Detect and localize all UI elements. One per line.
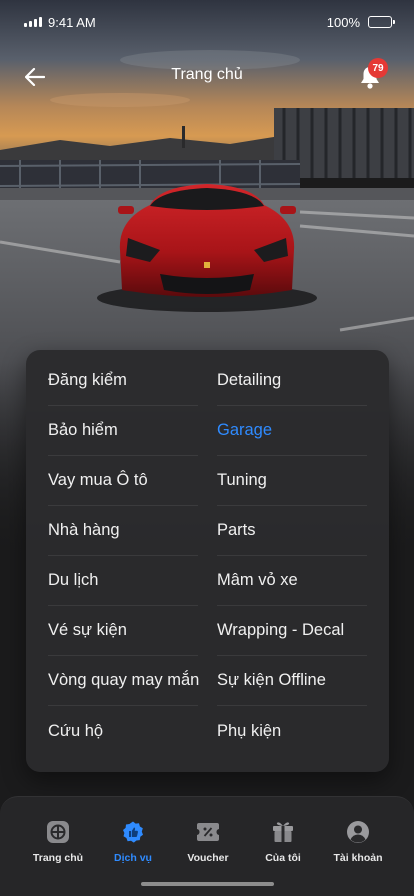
menu-item-parts[interactable]: Parts	[217, 506, 367, 556]
menu-item-wrapping-decal[interactable]: Wrapping - Decal	[217, 606, 367, 656]
nav-item-tai-khoan[interactable]: Tài khoản	[328, 819, 388, 864]
menu-item-nha-hang[interactable]: Nhà hàng	[48, 506, 198, 556]
status-time: 9:41 AM	[48, 14, 96, 30]
menu-item-cuu-ho[interactable]: Cứu hộ	[48, 706, 198, 756]
menu-item-garage[interactable]: Garage	[217, 406, 367, 456]
nav-label-tai-khoan: Tài khoản	[333, 852, 383, 864]
nav-label-cua-toi: Của tôi	[265, 852, 301, 864]
menu-item-dang-kiem[interactable]: Đăng kiểm	[48, 356, 198, 406]
cellular-signal-icon	[24, 17, 42, 27]
user-icon	[345, 819, 371, 845]
status-bar: 9:41 AM 100%	[0, 0, 414, 44]
nav-label-voucher: Voucher	[187, 852, 229, 864]
notification-badge: 79	[368, 58, 388, 78]
battery-icon	[368, 16, 395, 28]
voucher-icon	[195, 819, 221, 845]
status-left: 9:41 AM	[24, 15, 96, 30]
nav-item-trang-chu[interactable]: Trang chủ	[28, 819, 88, 864]
home-indicator	[141, 882, 274, 886]
bottom-nav-items: Trang chủ Dịch vụ Voucher Của tôi Tài kh…	[0, 797, 414, 864]
app-header: Trang chủ 79	[0, 52, 414, 100]
menu-item-mam-vo-xe[interactable]: Mâm vỏ xe	[217, 556, 367, 606]
home-grid-icon	[45, 819, 71, 845]
nav-item-cua-toi[interactable]: Của tôi	[253, 819, 313, 864]
menu-item-bao-hiem[interactable]: Bảo hiểm	[48, 406, 198, 456]
nav-label-trang-chu: Trang chủ	[32, 852, 84, 864]
gift-icon	[270, 819, 296, 845]
services-menu-card: Đăng kiểm Detailing Bảo hiểm Garage Vay …	[26, 350, 389, 772]
services-menu-grid: Đăng kiểm Detailing Bảo hiểm Garage Vay …	[26, 356, 389, 756]
thumbs-up-icon	[120, 819, 146, 845]
nav-label-dich-vu: Dịch vụ	[114, 852, 152, 864]
menu-item-detailing[interactable]: Detailing	[217, 356, 367, 406]
menu-item-vay-mua-o-to[interactable]: Vay mua Ô tô	[48, 456, 198, 506]
menu-item-vong-quay-may-man[interactable]: Vòng quay may mắn	[48, 656, 199, 706]
status-right: 100%	[326, 14, 395, 30]
menu-item-tuning[interactable]: Tuning	[217, 456, 367, 506]
menu-item-su-kien-offline[interactable]: Sự kiện Offline	[217, 656, 367, 706]
menu-item-ve-su-kien[interactable]: Vé sự kiện	[48, 606, 198, 656]
nav-item-voucher[interactable]: Voucher	[178, 819, 238, 864]
bottom-navigation: Trang chủ Dịch vụ Voucher Của tôi Tài kh…	[0, 796, 414, 896]
nav-item-dich-vu[interactable]: Dịch vụ	[103, 819, 163, 864]
battery-percent: 100%	[326, 14, 360, 30]
page-title: Trang chủ	[171, 66, 243, 83]
menu-item-du-lich[interactable]: Du lịch	[48, 556, 198, 606]
menu-item-phu-kien[interactable]: Phụ kiện	[217, 706, 367, 756]
